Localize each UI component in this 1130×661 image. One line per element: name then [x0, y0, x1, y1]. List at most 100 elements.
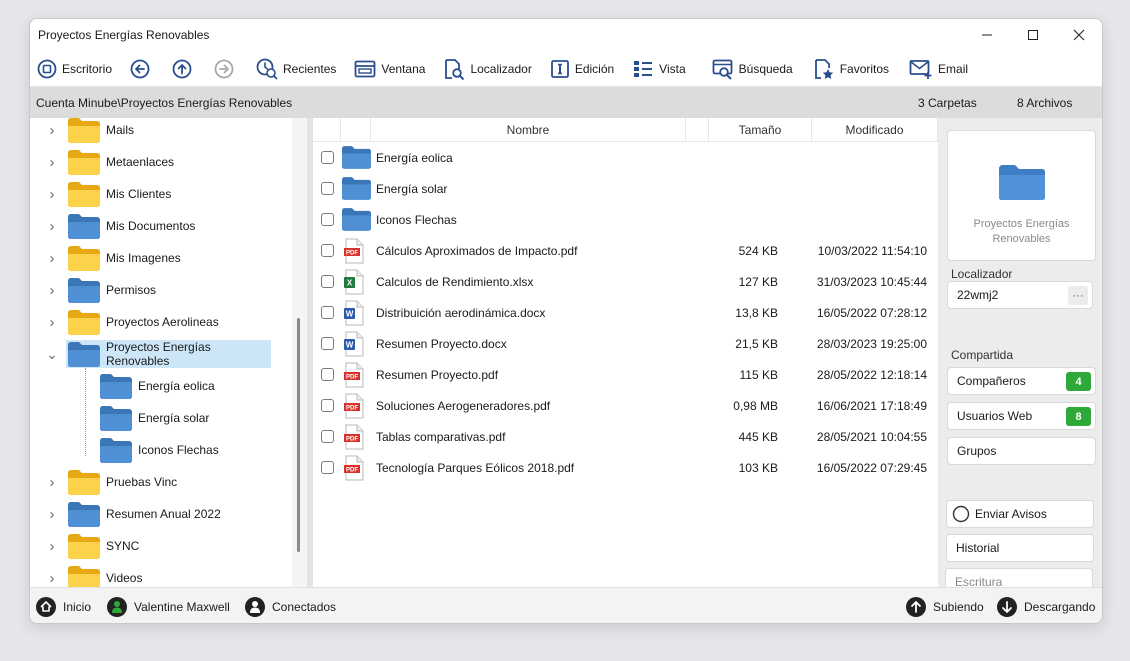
vista-button[interactable]: Vista — [630, 54, 687, 84]
back-button[interactable] — [128, 54, 152, 84]
row-checkbox[interactable] — [321, 182, 334, 195]
folder-icon — [68, 245, 100, 271]
conectados-label: Conectados — [272, 600, 337, 614]
tree-item[interactable]: SYNC — [66, 532, 139, 560]
details-panel: Proyectos Energías Renovables Localizado… — [938, 118, 1102, 596]
folder-icon — [342, 176, 371, 203]
tree-item[interactable]: Mis Clientes — [66, 180, 171, 208]
file-name: Distribuición aerodinámica.docx — [376, 305, 546, 320]
tree-item[interactable]: Energía eolica — [100, 372, 215, 400]
file-row[interactable]: PDF Resumen Proyecto.pdf 115 KB 28/05/2022 … — [313, 359, 938, 390]
chevron-right-icon[interactable]: › — [45, 532, 59, 560]
historial-button[interactable]: Historial — [946, 534, 1094, 562]
tree-item[interactable]: Pruebas Vinc — [66, 468, 177, 496]
tree-item-label: Mis Documentos — [106, 219, 196, 233]
preview-folder-name: Proyectos Energías Renovables — [973, 218, 1070, 245]
select-column-header[interactable] — [313, 118, 341, 142]
file-row[interactable]: W Distribuición aerodinámica.docx 13,8 KB 1… — [313, 297, 938, 328]
busqueda-button[interactable]: Búsqueda — [710, 54, 795, 84]
file-row[interactable]: Energía solar — [313, 173, 938, 204]
file-row[interactable]: PDF Tablas comparativas.pdf 445 KB 28/05/20… — [313, 421, 938, 452]
minimize-button[interactable] — [964, 19, 1010, 51]
subiendo-button[interactable]: Subiendo — [905, 588, 984, 623]
tree-item[interactable]: Energía solar — [100, 404, 209, 432]
folder-icon — [68, 149, 100, 175]
localizador-button[interactable]: Localizador — [441, 54, 533, 84]
row-checkbox[interactable] — [321, 306, 334, 319]
chevron-right-icon[interactable]: › — [45, 244, 59, 272]
chevron-right-icon[interactable]: › — [45, 276, 59, 304]
localizador-field[interactable]: 22wmj2 ··· — [947, 281, 1093, 309]
tree-item-label: Iconos Flechas — [138, 443, 219, 457]
tree-item-label: Proyectos Energías Renovables — [106, 340, 211, 368]
file-row[interactable]: PDF Tecnología Parques Eólicos 2018.pdf 10… — [313, 452, 938, 483]
row-checkbox[interactable] — [321, 461, 334, 474]
chevron-right-icon[interactable]: › — [45, 500, 59, 528]
file-size: 103 KB — [738, 460, 778, 475]
favoritos-button[interactable]: Favoritos — [811, 54, 891, 84]
row-checkbox[interactable] — [321, 368, 334, 381]
chevron-right-icon[interactable]: › — [45, 148, 59, 176]
edicion-button[interactable]: Edición — [548, 54, 616, 84]
tree-item-label: SYNC — [106, 539, 140, 553]
tree-item[interactable]: Proyectos Energías Renovables — [66, 340, 271, 368]
up-button[interactable] — [170, 54, 194, 84]
forward-button[interactable] — [212, 54, 236, 84]
row-checkbox[interactable] — [321, 430, 334, 443]
email-button[interactable]: Email — [907, 54, 970, 84]
tree-item[interactable]: Mis Documentos — [66, 212, 195, 240]
file-row[interactable]: Iconos Flechas — [313, 204, 938, 235]
recientes-button[interactable]: Recientes — [254, 54, 338, 84]
descargando-button[interactable]: Descargando — [996, 588, 1095, 623]
enviar-avisos-toggle[interactable]: Enviar Avisos — [946, 500, 1094, 528]
row-checkbox[interactable] — [321, 213, 334, 226]
chevron-right-icon[interactable]: › — [45, 212, 59, 240]
tree-scrollbar-thumb[interactable] — [297, 318, 300, 552]
tree-item[interactable]: Mails — [66, 118, 134, 144]
favoritos-label: Favoritos — [839, 61, 890, 76]
chevron-right-icon[interactable]: › — [45, 118, 59, 144]
chevron-down-icon[interactable]: ⌄ — [45, 340, 59, 368]
size-column-header[interactable]: Tamaño — [709, 118, 812, 142]
ventana-label: Ventana — [381, 61, 426, 76]
chevron-right-icon[interactable]: › — [45, 564, 59, 587]
more-options-button[interactable]: ··· — [1068, 286, 1088, 305]
row-checkbox[interactable] — [321, 244, 334, 257]
ventana-button[interactable]: Ventana — [352, 54, 427, 84]
modified-column-header[interactable]: Modificado — [812, 118, 938, 142]
conectados-button[interactable]: Conectados — [244, 588, 337, 623]
file-row[interactable]: W Resumen Proyecto.docx 21,5 KB 28/03/2023 … — [313, 328, 938, 359]
tree-item[interactable]: Iconos Flechas — [100, 436, 219, 464]
row-checkbox[interactable] — [321, 399, 334, 412]
escritorio-button[interactable]: Escritorio — [35, 54, 114, 84]
file-name: Soluciones Aerogeneradores.pdf — [376, 398, 551, 413]
inicio-button[interactable]: Inicio — [35, 588, 91, 623]
tree-item[interactable]: Mis Imagenes — [66, 244, 181, 272]
user-status[interactable]: Valentine Maxwell — [106, 588, 230, 623]
tree-scrollbar[interactable] — [292, 118, 307, 587]
maximize-icon — [1028, 30, 1038, 40]
grupos-button[interactable]: Grupos — [947, 437, 1096, 465]
chevron-right-icon[interactable]: › — [45, 308, 59, 336]
row-checkbox[interactable] — [321, 275, 334, 288]
maximize-button[interactable] — [1010, 19, 1056, 51]
chevron-right-icon[interactable]: › — [45, 468, 59, 496]
chevron-right-icon[interactable]: › — [45, 180, 59, 208]
usuarios-web-button[interactable]: Usuarios Web 8 — [947, 402, 1096, 430]
file-row[interactable]: PDF Soluciones Aerogeneradores.pdf 0,98 MB… — [313, 390, 938, 421]
file-modified: 16/05/2022 07:28:12 — [816, 305, 927, 320]
row-checkbox[interactable] — [321, 151, 334, 164]
name-column-header[interactable]: Nombre — [371, 118, 686, 142]
tree-item[interactable]: Proyectos Aerolineas — [66, 308, 219, 336]
companeros-button[interactable]: Compañeros 4 — [947, 367, 1096, 395]
file-row[interactable]: PDF Cálculos Aproximados de Impacto.pdf 52… — [313, 235, 938, 266]
tree-item[interactable]: Permisos — [66, 276, 156, 304]
folder-icon — [100, 437, 132, 463]
tree-item[interactable]: Resumen Anual 2022 — [66, 500, 221, 528]
tree-item[interactable]: Videos — [66, 564, 142, 587]
close-button[interactable] — [1056, 19, 1102, 51]
file-row[interactable]: X Calculos de Rendimiento.xlsx 127 KB 31/03… — [313, 266, 938, 297]
file-row[interactable]: Energía eolica — [313, 142, 938, 173]
row-checkbox[interactable] — [321, 337, 334, 350]
tree-item[interactable]: Metaenlaces — [66, 148, 174, 176]
